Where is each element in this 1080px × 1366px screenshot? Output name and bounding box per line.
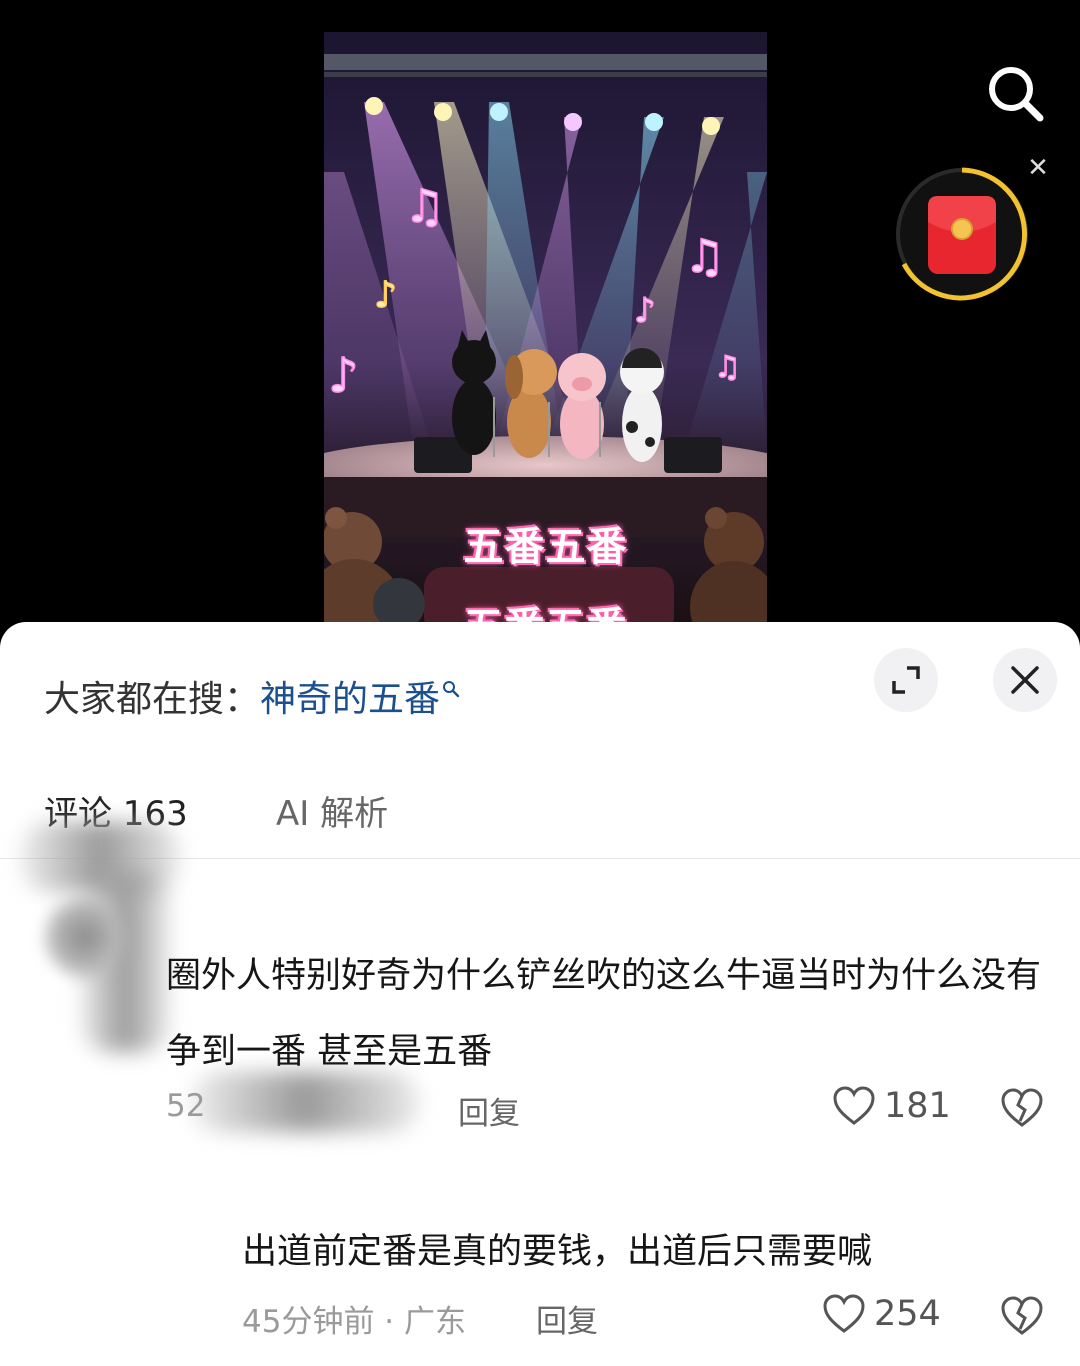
- close-icon: [1011, 666, 1039, 694]
- search-icon: [989, 67, 1044, 122]
- search-button[interactable]: [984, 62, 1048, 126]
- dislike-button[interactable]: [1000, 1296, 1044, 1340]
- svg-text:♫: ♫: [684, 229, 725, 283]
- close-button[interactable]: [993, 648, 1057, 712]
- like-count: 254: [874, 1294, 941, 1334]
- svg-text:♪: ♪: [634, 291, 656, 331]
- video-caption-line-1: 五番五番: [463, 524, 628, 570]
- broken-heart-icon: [1001, 1296, 1043, 1335]
- search-icon: [442, 666, 460, 707]
- like-button[interactable]: 181: [832, 1086, 951, 1126]
- svg-text:♪: ♪: [374, 275, 397, 316]
- heart-icon: [833, 1086, 875, 1125]
- svg-text:♫: ♫: [714, 350, 741, 385]
- tab-ai-analysis[interactable]: AI 解析: [276, 786, 388, 835]
- heart-icon: [823, 1294, 865, 1333]
- comment-text: 圈外人特别好奇为什么铲丝吹的这么牛逼当时为什么没有争到一番 甚至是五番: [166, 956, 1042, 1072]
- avatar[interactable]: [40, 892, 130, 982]
- comment-meta: 52: [166, 1088, 206, 1124]
- expand-button[interactable]: [874, 648, 938, 712]
- red-packet-icon: [896, 167, 1028, 301]
- svg-text:♪: ♪: [328, 348, 359, 404]
- search-suggestion-term[interactable]: 神奇的五番: [260, 679, 440, 720]
- dislike-button[interactable]: [1000, 1088, 1044, 1132]
- reply-button[interactable]: 回复: [536, 1296, 598, 1341]
- like-button[interactable]: 254: [822, 1294, 941, 1334]
- like-count: 181: [884, 1086, 951, 1126]
- comment-meta: 45分钟前 · 广东: [242, 1304, 467, 1340]
- red-packet-widget[interactable]: [892, 164, 1032, 304]
- comment-sheet: 大家都在搜：神奇的五番 评论 163 AI 解析 圈外人特别好奇为什么铲丝吹的这…: [0, 622, 1080, 1366]
- comment-text: 出道前定番是真的要钱，出道后只需要喊: [242, 1232, 873, 1272]
- broken-heart-icon: [1001, 1088, 1043, 1127]
- reply-button[interactable]: 回复: [458, 1088, 520, 1133]
- video-player[interactable]: ♫ ♫ ♪ ♪ ♪ ♫ 五番五番 五番五番 ✕: [0, 0, 1080, 640]
- search-suggestion[interactable]: 大家都在搜：神奇的五番: [44, 666, 460, 722]
- search-suggestion-prefix: 大家都在搜：: [44, 679, 261, 720]
- video-thumbnail[interactable]: ♫ ♫ ♪ ♪ ♪ ♫ 五番五番 五番五番: [324, 32, 767, 632]
- expand-icon: [892, 666, 920, 694]
- svg-text:♫: ♫: [404, 179, 445, 233]
